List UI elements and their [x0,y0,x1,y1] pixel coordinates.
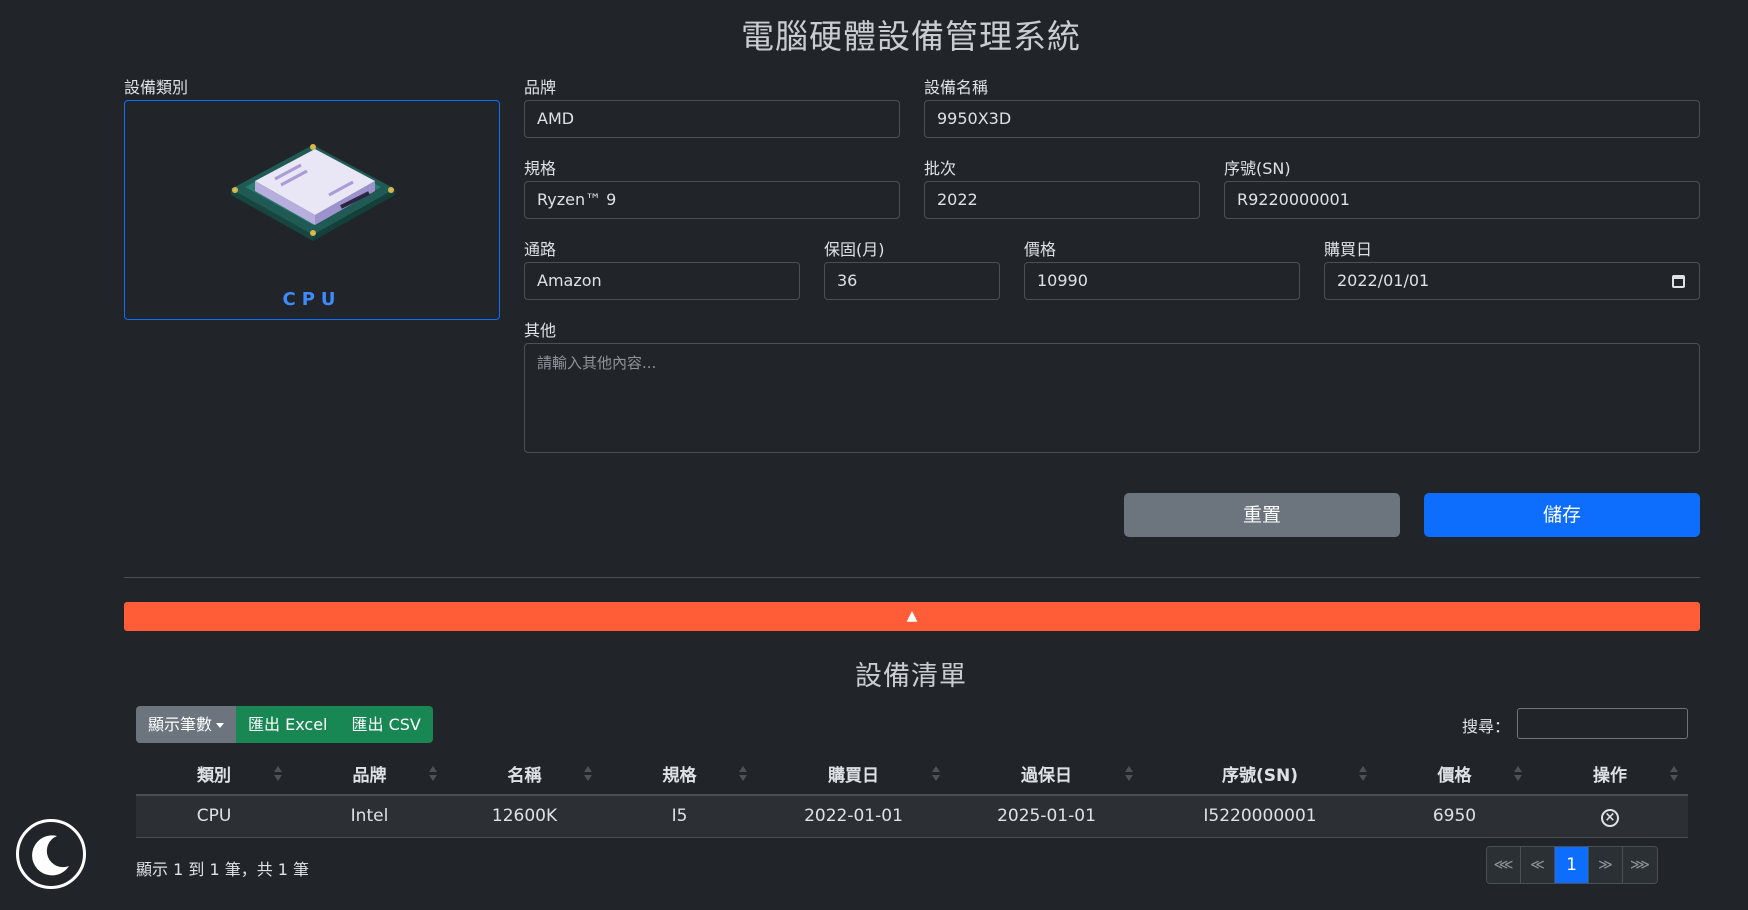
table-toolbar: 顯示筆數 匯出 Excel 匯出 CSV [136,706,433,743]
column-header-purchase-date[interactable]: 購買日 [757,753,950,796]
column-label: 名稱 [507,766,542,786]
column-label: 操作 [1593,766,1627,786]
last-page-button[interactable]: ⋙ [1623,847,1657,883]
page-size-label: 顯示筆數 [148,715,213,734]
cell-category: CPU [136,795,292,838]
cell-price: 6950 [1377,795,1532,838]
category-label: 設備類別 [124,78,189,97]
column-header-name[interactable]: 名稱 [447,753,602,796]
page-size-dropdown[interactable]: 顯示筆數 [136,706,237,743]
price-input[interactable]: 10990 [1024,262,1300,300]
save-button[interactable]: 儲存 [1424,493,1700,537]
equipment-table: 類別 品牌 名稱 規格 購買日 過保日 序號(SN) 價格 操作 CPU Int… [136,753,1688,838]
prev-page-button[interactable]: ≪ [1521,847,1555,883]
column-header-action[interactable]: 操作 [1532,753,1688,796]
sort-icon [584,766,592,782]
divider [124,577,1700,578]
delete-circle-x-icon[interactable]: × [1601,808,1619,827]
name-label: 設備名稱 [924,78,989,97]
first-page-button[interactable]: ⋘ [1487,847,1521,883]
sort-icon [429,766,437,782]
caret-down-icon [216,723,225,728]
column-header-sn[interactable]: 序號(SN) [1143,753,1377,796]
column-label: 規格 [662,766,697,786]
warranty-input[interactable]: 36 [824,262,1000,300]
sort-icon [1125,766,1133,782]
search-label: 搜尋： [1462,717,1511,736]
sort-icon [932,766,940,782]
brand-input[interactable]: AMD [524,100,900,138]
sn-label: 序號(SN) [1224,159,1291,178]
pagination-info: 顯示 1 到 1 筆，共 1 筆 [136,860,310,879]
cell-spec: I5 [602,795,757,838]
batch-input[interactable]: 2022 [924,181,1200,219]
cell-sn: I5220000001 [1143,795,1377,838]
reset-button[interactable]: 重置 [1124,493,1400,537]
sn-input[interactable]: R9220000001 [1224,181,1700,219]
triangle-up-icon: ▲ [906,608,918,624]
cpu-icon [231,144,395,241]
brand-label: 品牌 [524,78,557,97]
column-header-spec[interactable]: 規格 [602,753,757,796]
cell-action: × [1532,795,1688,838]
column-header-category[interactable]: 類別 [136,753,292,796]
list-title: 設備清單 [855,661,967,692]
sort-icon [1670,766,1678,782]
export-excel-button[interactable]: 匯出 Excel [236,706,340,743]
cell-expire-date: 2025-01-01 [950,795,1143,838]
table-row: CPU Intel 12600K I5 2022-01-01 2025-01-0… [136,795,1688,838]
collapse-toggle-bar[interactable]: ▲ [124,602,1700,631]
purchase-label: 購買日 [1324,240,1373,259]
other-textarea[interactable]: 請輸入其他內容... [524,343,1700,453]
category-value: CPU [282,289,342,310]
sort-icon [1359,766,1367,782]
next-page-button[interactable]: ≫ [1589,847,1623,883]
column-header-price[interactable]: 價格 [1377,753,1532,796]
table-header-row: 類別 品牌 名稱 規格 購買日 過保日 序號(SN) 價格 操作 [136,753,1688,796]
spec-label: 規格 [524,159,557,178]
column-header-brand[interactable]: 品牌 [292,753,447,796]
price-label: 價格 [1024,240,1057,259]
sort-icon [274,766,282,782]
pagination: ⋘ ≪ 1 ≫ ⋙ [1486,846,1658,884]
column-header-expire-date[interactable]: 過保日 [950,753,1143,796]
cell-name: 12600K [447,795,602,838]
page-1-button[interactable]: 1 [1555,847,1589,883]
cell-purchase-date: 2022-01-01 [757,795,950,838]
cell-brand: Intel [292,795,447,838]
other-label: 其他 [524,321,557,340]
channel-label: 通路 [524,240,557,259]
channel-input[interactable]: Amazon [524,262,800,300]
column-label: 序號(SN) [1221,766,1298,786]
export-csv-button[interactable]: 匯出 CSV [339,706,433,743]
name-input[interactable]: 9950X3D [924,100,1700,138]
purchase-date-input[interactable]: 2022/01/01 [1324,262,1700,300]
batch-label: 批次 [924,159,957,178]
column-label: 購買日 [828,766,879,786]
column-label: 類別 [197,766,231,786]
column-label: 品牌 [352,766,387,786]
calendar-icon[interactable] [1672,275,1685,288]
column-label: 價格 [1437,766,1472,786]
column-label: 過保日 [1021,766,1072,786]
page-title: 電腦硬體設備管理系統 [741,17,1081,56]
sort-icon [739,766,747,782]
warranty-label: 保固(月) [824,240,885,259]
spec-input[interactable]: Ryzen™ 9 [524,181,900,219]
purchase-date-value: 2022/01/01 [1337,271,1430,290]
theme-toggle-button[interactable] [16,819,86,889]
category-card[interactable]: CPU [124,100,500,320]
search-input[interactable] [1517,708,1688,739]
sort-icon [1514,766,1522,782]
moon-icon [32,835,69,876]
